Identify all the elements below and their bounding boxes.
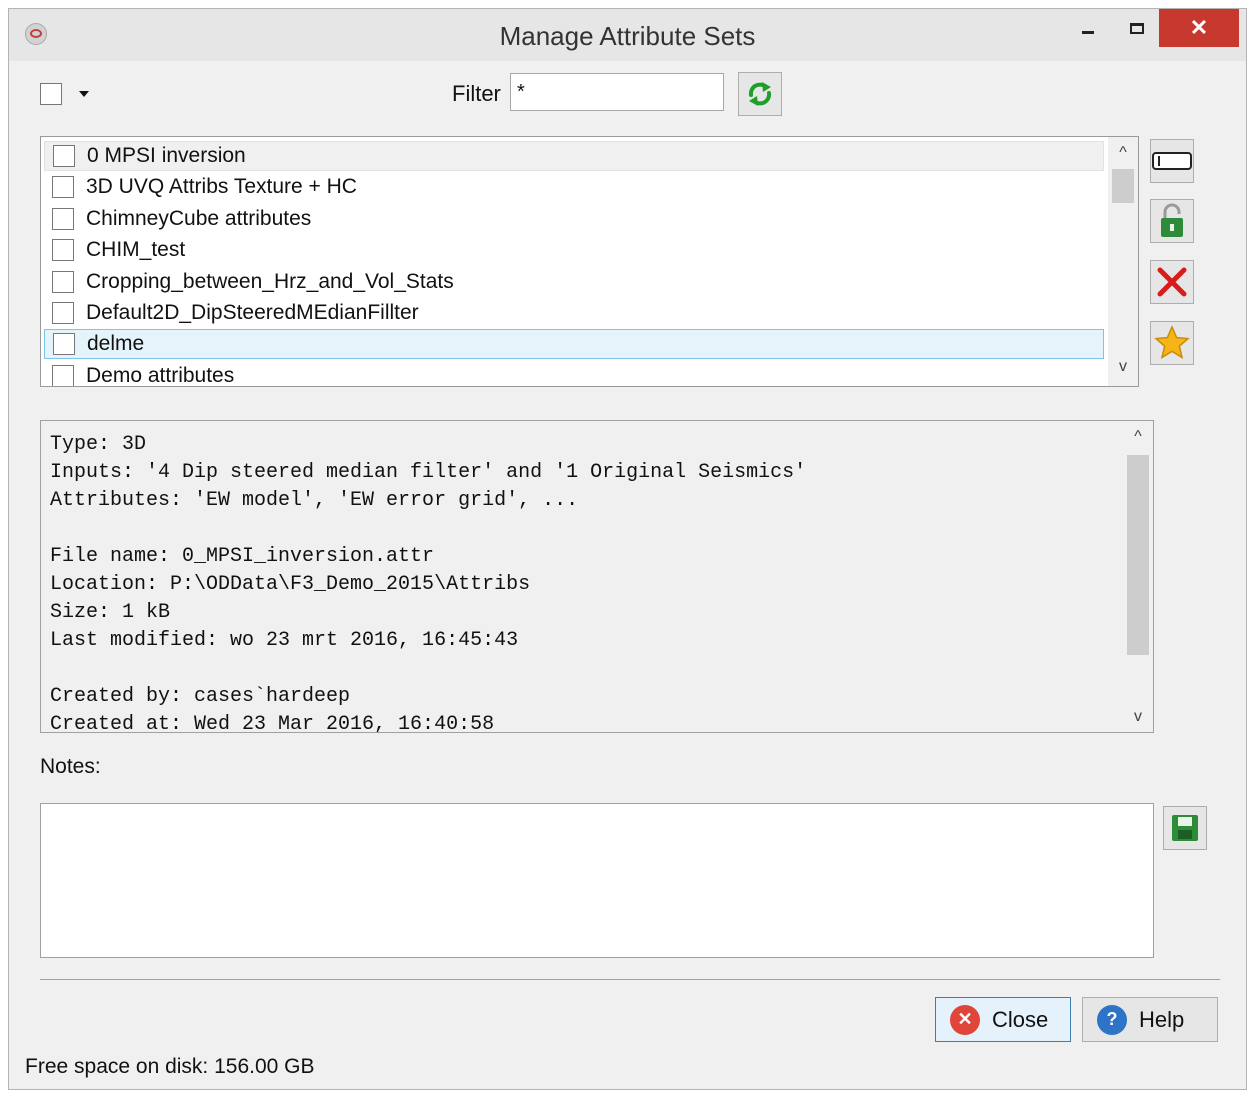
rename-icon [1152,152,1192,170]
info-line: Created by: cases`hardeep [50,685,351,708]
scroll-up-icon[interactable]: ^ [1123,425,1153,449]
maximize-button[interactable] [1113,9,1161,47]
list-item-label: Cropping_between_Hrz_and_Vol_Stats [86,270,454,293]
list-item[interactable]: Default2D_DipSteeredMEdianFillter [44,298,1104,328]
list-item-checkbox[interactable] [53,145,75,167]
selection-dropdown-arrow-icon[interactable] [79,91,89,97]
scroll-thumb[interactable] [1127,455,1149,655]
list-item[interactable]: delme [44,329,1104,359]
list-item-checkbox[interactable] [53,333,75,355]
info-line [50,655,806,683]
free-space-status: Free space on disk: 156.00 GB [25,1055,315,1078]
list-item-label: Default2D_DipSteeredMEdianFillter [86,301,419,324]
save-icon [1172,815,1198,841]
info-line: File name: 0_MPSI_inversion.attr [50,545,435,568]
close-button[interactable]: ✕ Close [935,997,1071,1042]
close-button-label: Close [992,1006,1049,1032]
help-button-label: Help [1139,1006,1185,1032]
rename-button[interactable] [1150,139,1194,183]
list-item-checkbox[interactable] [52,176,74,198]
list-item[interactable]: 3D UVQ Attribs Texture + HC [44,172,1104,202]
filter-label: Filter [452,81,501,106]
list-item[interactable]: 0 MPSI inversion [44,141,1104,171]
list-item-checkbox[interactable] [52,365,74,386]
minimize-icon [1082,30,1094,34]
info-line: Last modified: wo 23 mrt 2016, 16:45:43 [50,629,519,652]
remove-button[interactable] [1150,260,1194,304]
close-icon: ✕ [950,1004,980,1035]
select-all-checkbox[interactable] [40,83,62,105]
separator [40,979,1220,980]
info-line: Attributes: 'EW model', 'EW error grid',… [50,489,579,512]
scroll-down-icon[interactable]: v [1108,355,1138,379]
list-item-label: Demo attributes [86,364,235,387]
manage-attribute-sets-window: Manage Attribute Sets ✕ Filter 0 MPSI in… [8,8,1247,1090]
save-notes-button[interactable] [1163,806,1207,850]
help-icon: ? [1097,1004,1127,1035]
help-button[interactable]: ? Help [1082,997,1218,1042]
minimize-button[interactable] [1064,9,1112,47]
list-item[interactable]: CHIM_test [44,235,1104,265]
list-item-label: 3D UVQ Attribs Texture + HC [86,175,357,198]
list-item-checkbox[interactable] [52,302,74,324]
attribute-set-info-panel: Type: 3D Inputs: '4 Dip steered median fi… [40,420,1154,733]
info-line [50,515,806,543]
title-bar: Manage Attribute Sets ✕ [9,9,1246,61]
remove-icon [1157,267,1187,297]
star-icon [1154,325,1190,359]
unlock-icon [1161,203,1183,237]
scroll-down-icon[interactable]: v [1123,705,1153,729]
filter-input[interactable] [510,73,724,111]
list-item-label: delme [87,332,145,355]
list-item[interactable]: Demo attributes [44,361,1104,387]
info-line: Type: 3D [50,433,147,456]
list-scrollbar[interactable]: ^ v [1108,137,1138,386]
set-default-button[interactable] [1150,321,1194,365]
toggle-lock-button[interactable] [1150,199,1194,243]
info-line: Size: 1 kB [50,601,171,624]
list-item-label: ChimneyCube attributes [86,207,312,230]
info-line: Created at: Wed 23 Mar 2016, 16:40:58 [50,713,495,733]
attribute-set-list[interactable]: 0 MPSI inversion 3D UVQ Attribs Texture … [40,136,1139,387]
list-item[interactable]: ChimneyCube attributes [44,204,1104,234]
notes-textarea[interactable] [40,803,1154,958]
scroll-up-icon[interactable]: ^ [1108,141,1138,165]
info-scrollbar[interactable]: ^ v [1123,421,1153,732]
maximize-icon [1130,22,1144,34]
list-item-checkbox[interactable] [52,271,74,293]
refresh-button[interactable] [738,72,782,116]
list-item-checkbox[interactable] [52,208,74,230]
info-line: Location: P:\ODData\F3_Demo_2015\Attribs [50,573,531,596]
window-title: Manage Attribute Sets [499,21,756,51]
list-item-checkbox[interactable] [52,239,74,261]
list-item[interactable]: Cropping_between_Hrz_and_Vol_Stats [44,267,1104,297]
list-item-label: CHIM_test [86,238,186,261]
refresh-icon [748,82,772,106]
info-text: Type: 3D Inputs: '4 Dip steered median fi… [50,431,807,733]
notes-label: Notes: [40,755,101,778]
window-close-button[interactable]: ✕ [1159,9,1239,47]
info-line: Inputs: '4 Dip steered median filter' an… [50,461,807,484]
list-item-label: 0 MPSI inversion [87,144,246,167]
scroll-thumb[interactable] [1112,169,1134,203]
